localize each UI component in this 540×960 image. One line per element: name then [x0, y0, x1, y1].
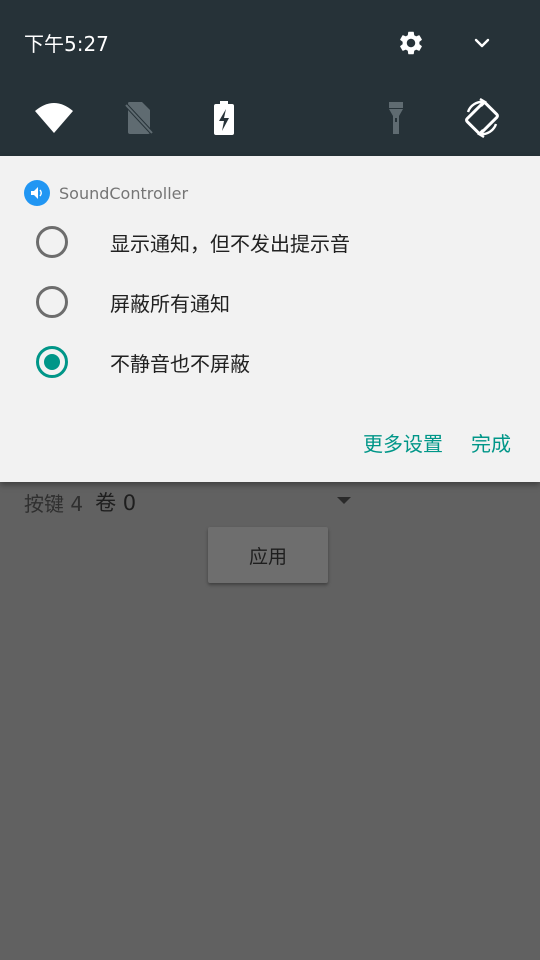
radio-button[interactable] [36, 226, 68, 258]
app-name: SoundController [59, 183, 189, 203]
gear-icon[interactable] [397, 29, 425, 57]
flashlight-tile[interactable] [374, 96, 418, 140]
option-label: 显示通知，但不发出提示音 [110, 231, 350, 256]
dropdown-arrow-icon[interactable] [337, 497, 351, 504]
wifi-tile[interactable] [32, 96, 76, 140]
key-row: 按键 4 卷 0 [24, 486, 136, 518]
quick-settings-panel: 下午5:27 [0, 0, 540, 156]
more-settings-button[interactable]: 更多设置 [363, 428, 443, 457]
battery-saver-icon [214, 101, 234, 135]
option-normal[interactable]: 不静音也不屏蔽 [36, 345, 250, 379]
flashlight-icon [389, 102, 403, 134]
rotate-tile[interactable] [460, 96, 504, 140]
option-label: 不静音也不屏蔽 [110, 351, 250, 376]
battery-tile[interactable] [202, 96, 246, 140]
status-time: 下午5:27 [24, 32, 109, 56]
chevron-down-icon[interactable] [470, 31, 494, 55]
notification-header: SoundController [24, 180, 188, 206]
option-silent[interactable]: 显示通知，但不发出提示音 [36, 225, 350, 259]
radio-button-checked[interactable] [36, 346, 68, 378]
option-label: 屏蔽所有通知 [110, 291, 230, 316]
speaker-icon [24, 180, 50, 206]
option-block[interactable]: 屏蔽所有通知 [36, 285, 230, 319]
sim-tile[interactable] [117, 96, 161, 140]
no-sim-icon [124, 102, 154, 135]
wifi-icon [35, 103, 73, 133]
key-label: 按键 4 [24, 491, 84, 516]
done-button[interactable]: 完成 [471, 428, 511, 457]
apply-button[interactable]: 应用 [208, 527, 328, 583]
key-value-spinner[interactable]: 卷 0 [95, 487, 136, 517]
auto-rotate-icon [465, 98, 499, 138]
notification-card: SoundController 显示通知，但不发出提示音 屏蔽所有通知 不静音也… [0, 156, 540, 482]
radio-button[interactable] [36, 286, 68, 318]
